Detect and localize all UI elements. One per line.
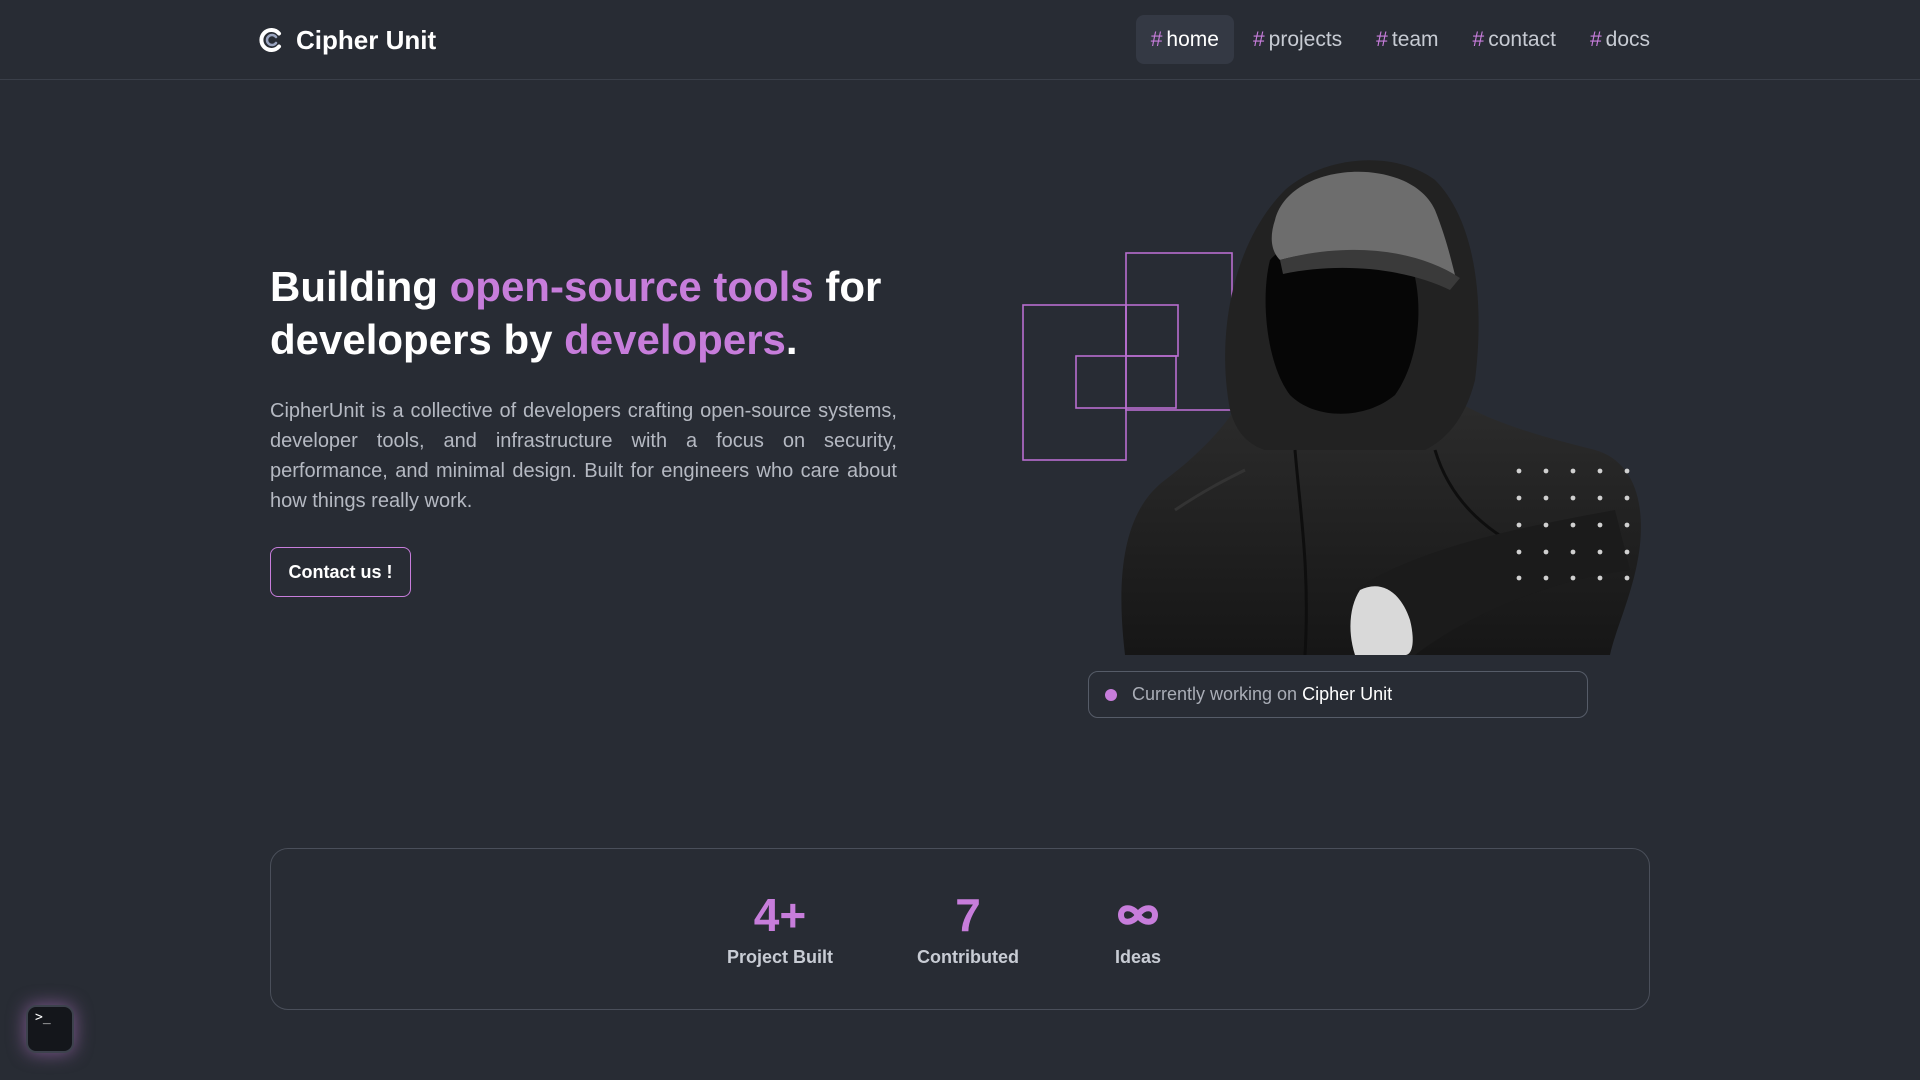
hash-icon: # xyxy=(1252,27,1265,51)
nav-item-label: home xyxy=(1166,27,1219,51)
title-text: . xyxy=(785,316,798,363)
status-dot-icon xyxy=(1105,688,1117,701)
title-text: Building xyxy=(270,263,450,310)
nav-item-label: team xyxy=(1391,27,1439,51)
terminal-icon: >_ xyxy=(35,1010,51,1025)
nav-item-label: contact xyxy=(1488,27,1556,51)
hash-icon: # xyxy=(1589,27,1602,51)
title-accent: open-source tools xyxy=(449,263,814,310)
brand[interactable]: Cipher Unit xyxy=(258,22,436,58)
stat-label: Contributed xyxy=(917,947,1019,967)
nav-item-projects[interactable]: # projects xyxy=(1238,15,1357,64)
stat-value: 7 xyxy=(955,889,981,941)
infinity-icon xyxy=(1088,889,1188,941)
stat-label: Ideas xyxy=(1114,947,1162,967)
page: Cipher Unit # home # projects # team # c… xyxy=(0,0,1920,1080)
hero-description: CipherUnit is a collective of developers… xyxy=(270,400,897,512)
brand-name: Cipher Unit xyxy=(296,24,437,55)
main-nav: # home # projects # team # contact # doc… xyxy=(1135,15,1665,64)
title-accent: developers xyxy=(564,316,786,363)
nav-item-home[interactable]: # home xyxy=(1135,15,1234,64)
stat-contributed: 7 Contributed xyxy=(908,889,1028,968)
hash-icon: # xyxy=(1150,27,1163,51)
nav-item-docs[interactable]: # docs xyxy=(1575,15,1665,64)
contact-us-button[interactable]: Contact us ! xyxy=(270,547,411,597)
current-work-status: Currently working on Cipher Unit xyxy=(1088,671,1588,718)
hero-title: Building open-source tools for developer… xyxy=(270,260,950,366)
stat-projects-built: 4+ Project Built xyxy=(715,889,845,968)
hash-icon: # xyxy=(1376,27,1388,51)
stats-card: 4+ Project Built 7 Contributed Ideas xyxy=(270,848,1650,1010)
decorative-dot-grid xyxy=(1516,468,1630,581)
stat-label: Project Built xyxy=(726,947,833,967)
status-project-name: Cipher Unit xyxy=(1302,684,1393,704)
cipher-c-logo-icon xyxy=(259,28,281,52)
nav-item-label: docs xyxy=(1605,27,1650,51)
nav-item-label: projects xyxy=(1268,27,1343,51)
nav-item-team[interactable]: # team xyxy=(1361,15,1453,64)
nav-item-contact[interactable]: # contact xyxy=(1458,15,1571,64)
hash-icon: # xyxy=(1472,27,1485,51)
status-prefix: Currently working on xyxy=(1132,684,1298,704)
stat-ideas: Ideas xyxy=(1088,889,1188,968)
terminal-launcher-button[interactable]: >_ xyxy=(26,1005,74,1053)
stat-value: 4+ xyxy=(753,889,807,941)
top-navbar: Cipher Unit # home # projects # team # c… xyxy=(0,0,1920,80)
